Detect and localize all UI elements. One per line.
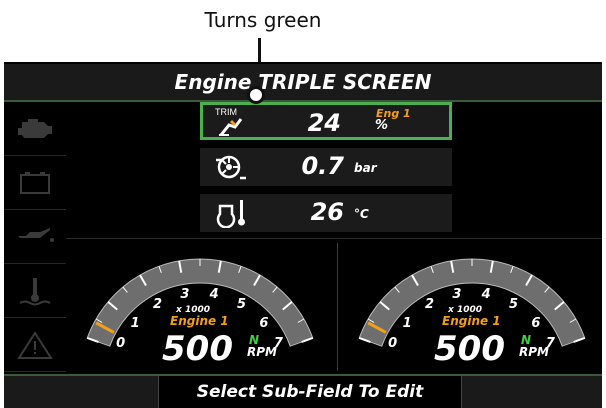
data-fields-panel: TRIM 24 Eng 1 % 0.7 bar 26 °C: [66, 102, 602, 238]
display-screen: Engine TRIPLE SCREEN TRIM 24 Eng 1 % 0.7…: [4, 62, 602, 408]
dial-label: 3: [180, 287, 190, 303]
dial-label: 1: [130, 316, 140, 331]
title-bar: Engine TRIPLE SCREEN: [4, 64, 602, 102]
dial-label: 6: [531, 316, 541, 331]
dial-label: 4: [481, 287, 491, 303]
sidebar-item-check-engine[interactable]: [4, 102, 66, 156]
trim-unit: %: [375, 118, 389, 133]
boost-field[interactable]: 0.7 bar: [200, 148, 452, 186]
gauge-engine-label: Engine 1: [442, 314, 501, 328]
engine-temperature-icon: [216, 200, 245, 228]
coolant-temperature-icon: [19, 278, 51, 306]
dial-label: 6: [259, 316, 269, 331]
dial-label: 5: [237, 297, 247, 313]
dial-label: 4: [209, 287, 219, 303]
screen-title: Engine TRIPLE SCREEN: [174, 70, 432, 94]
temperature-unit: °C: [354, 207, 369, 221]
check-engine-icon: [18, 119, 52, 138]
tachometer-left: 01234567x 1000 Engine 1 500 N RPM: [66, 239, 334, 375]
oil-pressure-icon: [18, 228, 54, 242]
trim-value: 24: [307, 109, 341, 137]
trim-label: TRIM: [215, 107, 237, 117]
temperature-field[interactable]: 26 °C: [200, 194, 452, 232]
alert-sidebar: [4, 102, 66, 372]
dial-label: 3: [452, 287, 462, 303]
status-message-box: Select Sub-Field To Edit: [158, 376, 462, 408]
battery-icon: [20, 172, 50, 194]
status-bar: Select Sub-Field To Edit: [4, 374, 602, 408]
annotation-label: Turns green: [204, 8, 322, 32]
gauge-engine-label: Engine 1: [170, 314, 229, 328]
rpm-unit: RPM: [519, 345, 549, 359]
rpm-value: 500: [162, 329, 233, 369]
sidebar-item-coolant[interactable]: [4, 264, 66, 318]
warning-icon: [17, 331, 53, 359]
sidebar-item-oil[interactable]: [4, 210, 66, 264]
boost-value: 0.7: [301, 152, 344, 180]
status-message: Select Sub-Field To Edit: [196, 382, 424, 402]
tachometer-area: 01234567x 1000 Engine 1 500 N RPM 01234567x …: [66, 238, 602, 375]
turbo-boost-icon: [216, 155, 246, 180]
dial-label: 1: [402, 316, 412, 331]
dial-label: 2: [153, 297, 163, 313]
boost-unit: bar: [354, 161, 377, 175]
dial-label: 5: [509, 297, 519, 313]
dial-label: 0: [116, 336, 126, 352]
annotation-pointer-dot: [247, 86, 265, 104]
sidebar-item-battery[interactable]: [4, 156, 66, 210]
rpm-value: 500: [434, 329, 505, 369]
dial-label: 2: [425, 297, 435, 313]
dial-label: 0: [388, 336, 398, 352]
tachometer-right: 01234567x 1000 Engine 1 500 N RPM: [338, 239, 602, 375]
trim-icon: [219, 118, 243, 136]
sidebar-item-warning[interactable]: [4, 318, 66, 372]
rpm-unit: RPM: [247, 345, 277, 359]
temperature-value: 26: [310, 198, 344, 226]
trim-field[interactable]: TRIM 24 Eng 1 %: [200, 102, 452, 140]
